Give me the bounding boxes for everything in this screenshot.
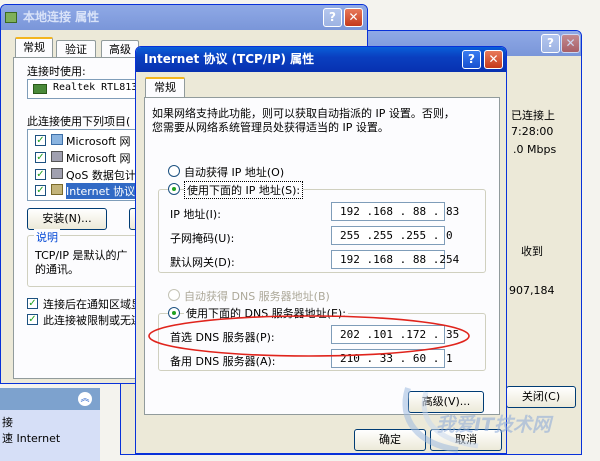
- lan-properties-title: 本地连接 属性: [23, 10, 100, 24]
- lan-properties-titlebar: 本地连接 属性: [1, 5, 367, 30]
- subnet-mask-field[interactable]: 255 .255 .255 . 0: [331, 226, 453, 245]
- left-task-panel: ︽ 接 速 Internet: [0, 388, 100, 461]
- cancel-button[interactable]: 取消: [430, 429, 502, 451]
- auto-dns-radio: [168, 289, 180, 301]
- status-duration: 7:28:00: [511, 125, 554, 138]
- close-icon[interactable]: ✕: [344, 8, 363, 27]
- adapter-name: Realtek RTL8139: [53, 82, 144, 93]
- components-label: 此连接使用下列项目(: [27, 115, 131, 128]
- close-icon[interactable]: ✕: [484, 50, 503, 69]
- ip-address-label: IP 地址(I):: [170, 208, 221, 221]
- status-connected: 已连接上: [511, 109, 555, 122]
- service-icon: [51, 151, 63, 162]
- received-label: 收到: [521, 245, 543, 258]
- ip-address-field[interactable]: 192 .168 . 88 . 83: [331, 202, 459, 221]
- manual-ip-label: 使用下面的 IP 地址(S):: [184, 181, 304, 199]
- connect-using-label: 连接时使用:: [27, 65, 86, 78]
- advanced-button[interactable]: 高级(V)...: [408, 391, 484, 413]
- subnet-mask-label: 子网掩码(U):: [170, 232, 235, 245]
- help-icon[interactable]: ?: [541, 34, 560, 53]
- notify-checkbox[interactable]: ✓: [27, 298, 38, 309]
- auto-dns-label: 自动获得 DNS 服务器地址(B): [184, 290, 330, 303]
- annotation-ellipse: [148, 315, 470, 357]
- tab-general[interactable]: 常规: [15, 37, 53, 58]
- task-item-2[interactable]: 速 Internet: [2, 430, 60, 446]
- tcpip-dialog-title: Internet 协议 (TCP/IP) 属性: [144, 52, 315, 66]
- network-connection-icon: [5, 12, 17, 23]
- tab-advanced[interactable]: 高级: [101, 40, 139, 58]
- description-line-2: 的通讯。: [35, 263, 79, 276]
- protocol-icon: [51, 184, 63, 195]
- manual-ip-radio[interactable]: [168, 183, 180, 195]
- received-value: 907,184: [509, 284, 555, 297]
- component-item-2: Microsoft 网: [66, 152, 131, 165]
- default-gateway-label: 默认网关(D):: [170, 256, 235, 269]
- component-item-1: Microsoft 网: [66, 135, 131, 148]
- help-icon[interactable]: ?: [323, 8, 342, 27]
- install-button[interactable]: 安装(N)...: [27, 208, 107, 230]
- client-icon: [51, 134, 63, 145]
- component-item-3: QoS 数据包计: [66, 169, 136, 182]
- close-button[interactable]: 关闭(C): [506, 386, 576, 408]
- tcpip-properties-dialog: Internet 协议 (TCP/IP) 属性 ? ✕ 常规 如果网络支持此功能…: [135, 46, 507, 454]
- dialog-description-line-2: 您需要从网络系统管理员处获得适当的 IP 设置。: [152, 121, 389, 134]
- adapter-icon: [33, 84, 47, 94]
- component-checkbox-2[interactable]: ✓: [35, 152, 46, 163]
- help-icon[interactable]: ?: [462, 50, 481, 69]
- tab-general[interactable]: 常规: [145, 77, 185, 98]
- description-title: 说明: [34, 229, 60, 245]
- component-checkbox-3[interactable]: ✓: [35, 169, 46, 180]
- notify-label: 连接后在通知区域显: [43, 298, 142, 311]
- auto-ip-label: 自动获得 IP 地址(O): [184, 166, 285, 179]
- task-item-1[interactable]: 接: [2, 414, 13, 430]
- component-checkbox-1[interactable]: ✓: [35, 135, 46, 146]
- limited-label: 此连接被限制或无连: [43, 314, 142, 327]
- component-checkbox-4[interactable]: ✓: [35, 185, 46, 196]
- component-item-4: Internet 协议: [66, 183, 136, 199]
- service-icon: [51, 168, 63, 179]
- tcpip-dialog-titlebar: Internet 协议 (TCP/IP) 属性: [136, 47, 506, 72]
- auto-ip-radio[interactable]: [168, 165, 180, 177]
- collapse-chevron-icon[interactable]: ︽: [78, 392, 92, 406]
- status-speed: .0 Mbps: [513, 143, 557, 156]
- ok-button[interactable]: 确定: [354, 429, 426, 451]
- tab-authentication[interactable]: 验证: [56, 40, 96, 58]
- limited-checkbox[interactable]: ✓: [27, 314, 38, 325]
- close-icon[interactable]: ✕: [561, 34, 580, 53]
- default-gateway-field[interactable]: 192 .168 . 88 .254: [331, 250, 459, 269]
